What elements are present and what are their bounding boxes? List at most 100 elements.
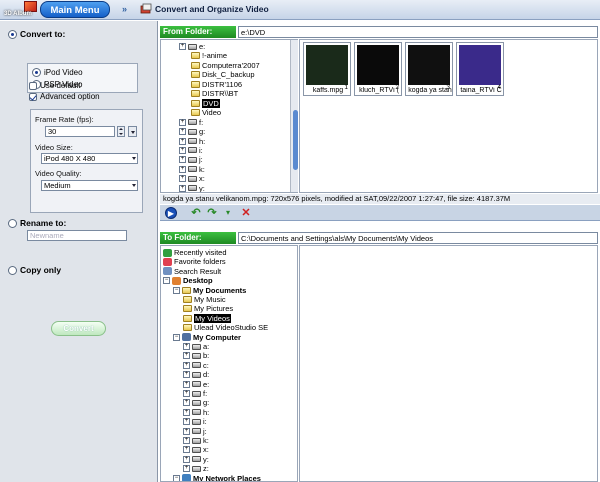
tree-item[interactable]: + f:: [183, 389, 207, 398]
expand-toggle[interactable]: +: [183, 380, 190, 388]
expand-toggle[interactable]: +: [179, 165, 186, 173]
expand-toggle[interactable]: +: [179, 118, 186, 126]
tree-item[interactable]: + g:: [183, 398, 209, 407]
play-icon[interactable]: ▶: [165, 207, 177, 219]
tree-item[interactable]: + c:: [183, 361, 209, 370]
tree-item[interactable]: + g:: [179, 127, 205, 136]
tree-item[interactable]: My Videos: [183, 313, 231, 323]
tree-item[interactable]: !-anime: [191, 51, 227, 60]
tree-item[interactable]: Search Result: [163, 267, 221, 276]
tree-item[interactable]: + e:: [183, 380, 209, 389]
convert-to-radio[interactable]: [8, 29, 17, 39]
advanced-checkbox[interactable]: [29, 92, 37, 101]
tree-item[interactable]: + j:: [179, 155, 203, 164]
tree-item[interactable]: − My Documents: [173, 286, 246, 295]
format-ipod[interactable]: iPod Video: [32, 68, 83, 77]
app-logo[interactable]: 3D Album: [2, 1, 40, 19]
tree-item[interactable]: + x:: [183, 445, 209, 454]
frame-rate-stepper[interactable]: [117, 126, 125, 137]
ipod-radio[interactable]: [32, 68, 41, 77]
rename-radio[interactable]: [8, 218, 17, 228]
tree-item[interactable]: + z:: [183, 464, 209, 473]
expand-toggle[interactable]: +: [183, 352, 190, 360]
dropdown-arrow-icon[interactable]: ▾: [222, 207, 234, 219]
tree-item[interactable]: My Pictures: [183, 304, 233, 313]
use-default-option[interactable]: Use default: [29, 81, 80, 90]
file-thumbnails-pane[interactable]: 1 kaffs.mpg 2 kluch_RTVi (3 kogda ya stan 4 ta…: [299, 39, 598, 193]
expand-toggle[interactable]: −: [173, 286, 180, 294]
copy-only-option[interactable]: Copy only: [8, 265, 61, 275]
expand-toggle[interactable]: +: [179, 184, 186, 192]
expand-toggle[interactable]: −: [163, 277, 170, 285]
tree-item[interactable]: Computerra'2007: [191, 61, 260, 70]
tree-item[interactable]: + j:: [183, 427, 207, 436]
copy-only-radio[interactable]: [8, 265, 17, 275]
tree-item[interactable]: + a:: [183, 342, 209, 351]
expand-toggle[interactable]: +: [179, 156, 186, 164]
tree-item[interactable]: + d:: [183, 370, 209, 379]
from-folder-path[interactable]: e:\DVD: [238, 26, 598, 38]
tree-item[interactable]: + y:: [179, 184, 205, 192]
video-quality-select[interactable]: Medium: [41, 180, 138, 191]
to-folder-path[interactable]: C:\Documents and Settings\als\My Documen…: [238, 232, 598, 244]
tree-item[interactable]: + k:: [179, 165, 205, 174]
tree-item[interactable]: + k:: [183, 436, 209, 445]
main-menu-button[interactable]: Main Menu: [40, 1, 110, 18]
rotate-right-icon[interactable]: ↷: [206, 207, 218, 219]
expand-toggle[interactable]: +: [183, 455, 190, 463]
expand-toggle[interactable]: +: [179, 128, 186, 136]
tree-item[interactable]: + i:: [179, 146, 203, 155]
tree-item[interactable]: Ulead VideoStudio SE: [183, 323, 268, 332]
tree-item[interactable]: + b:: [183, 351, 209, 360]
expand-toggle[interactable]: −: [173, 333, 180, 341]
scrollbar-thumb[interactable]: [293, 110, 298, 170]
tree-item[interactable]: − My Network Places: [173, 474, 261, 481]
tree-item[interactable]: + y:: [183, 455, 209, 464]
expand-toggle[interactable]: +: [183, 446, 190, 454]
tree-item[interactable]: Disk_C_backup: [191, 70, 255, 79]
tree-item[interactable]: DISTR\\BT: [191, 89, 238, 98]
file-thumbnail[interactable]: 3 kogda ya stan: [405, 42, 453, 96]
rename-to-option[interactable]: Rename to:: [8, 218, 66, 228]
tree-item[interactable]: Recently visited: [163, 248, 227, 257]
convert-to-option[interactable]: Convert to:: [8, 29, 65, 39]
convert-button[interactable]: Convert: [51, 321, 106, 336]
use-default-checkbox[interactable]: [29, 81, 37, 90]
tree-item[interactable]: My Music: [183, 295, 226, 304]
advanced-option[interactable]: Advanced option: [29, 92, 100, 101]
tree-item[interactable]: − Desktop: [163, 276, 213, 285]
tree-item[interactable]: + e:: [179, 42, 205, 51]
expand-toggle[interactable]: +: [183, 465, 190, 473]
expand-toggle[interactable]: +: [183, 343, 190, 350]
tree-item[interactable]: − My Computer: [173, 333, 241, 342]
expand-toggle[interactable]: +: [183, 418, 190, 426]
file-thumbnail[interactable]: 1 kaffs.mpg: [303, 42, 351, 96]
tree-item[interactable]: + h:: [179, 137, 205, 146]
tree-item[interactable]: DISTR'1106: [191, 80, 242, 89]
expand-toggle[interactable]: +: [183, 408, 190, 416]
file-thumbnail[interactable]: 2 kluch_RTVi (: [354, 42, 402, 96]
expand-toggle[interactable]: +: [179, 146, 186, 154]
tree-item[interactable]: Video: [191, 108, 221, 117]
delete-icon[interactable]: ✕: [240, 207, 252, 219]
frame-rate-input[interactable]: 30: [45, 126, 115, 137]
from-folder-tree[interactable]: + e: !-anime Computerra'2007 Disk_C_backup DI…: [160, 39, 298, 193]
expand-toggle[interactable]: +: [179, 137, 186, 145]
frame-rate-dropdown[interactable]: [128, 126, 137, 137]
tree-item[interactable]: + f:: [179, 118, 203, 127]
tree-item[interactable]: + x:: [179, 174, 205, 183]
expand-toggle[interactable]: −: [173, 474, 180, 481]
expand-toggle[interactable]: +: [183, 437, 190, 444]
tree-item[interactable]: + h:: [183, 408, 209, 417]
tree-item[interactable]: DVD: [191, 98, 220, 108]
rename-input[interactable]: Newname: [27, 230, 127, 241]
tree-item[interactable]: Favorite folders: [163, 257, 226, 266]
expand-toggle[interactable]: +: [183, 399, 190, 407]
to-folder-contents[interactable]: [299, 245, 598, 482]
video-size-select[interactable]: iPod 480 X 480: [41, 153, 138, 164]
expand-toggle[interactable]: +: [179, 175, 186, 183]
expand-toggle[interactable]: +: [183, 371, 190, 379]
from-tree-scrollbar[interactable]: [290, 40, 298, 192]
expand-toggle[interactable]: +: [183, 390, 190, 397]
expand-toggle[interactable]: +: [179, 43, 186, 50]
